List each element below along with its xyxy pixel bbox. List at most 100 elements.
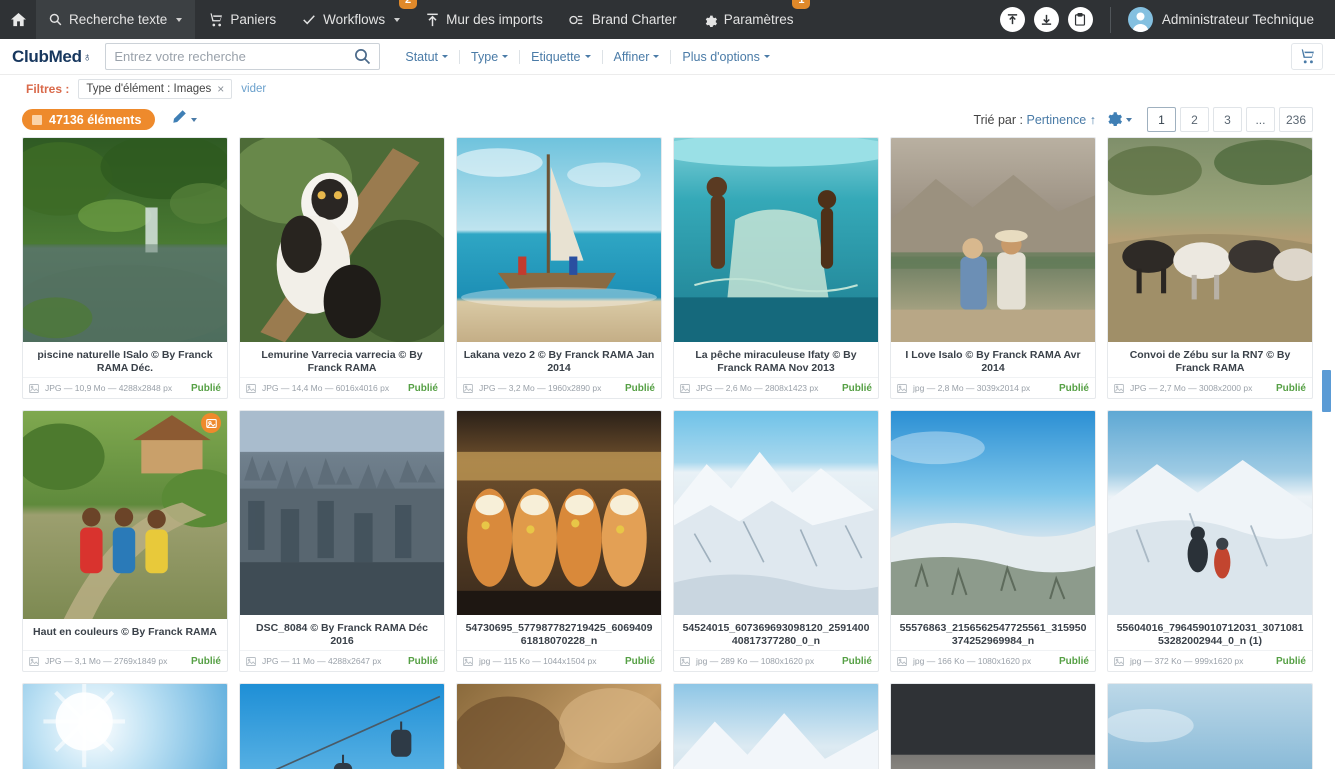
asset-card[interactable]: I Love Isalo © By Franck RAMA Avr 2014 j… <box>890 137 1096 399</box>
asset-meta: jpg — 2,8 Mo — 3039x2014 px Publié <box>891 377 1095 398</box>
asset-file-info: jpg — 115 Ko — 1044x1504 px <box>479 656 597 666</box>
page-button-last[interactable]: 236 <box>1279 107 1313 132</box>
asset-thumbnail[interactable] <box>1108 411 1312 615</box>
display-settings-button[interactable] <box>1105 109 1132 131</box>
asset-card[interactable]: piscine naturelle ISalo © By Franck RAMA… <box>22 137 228 399</box>
nav-item-paniers[interactable]: Paniers <box>195 0 289 39</box>
asset-card[interactable] <box>456 683 662 769</box>
sort-by-value[interactable]: Pertinence ↑ <box>1026 113 1095 127</box>
asset-card[interactable]: Convoi de Zébu sur la RN7 © By Franck RA… <box>1107 137 1313 399</box>
asset-card[interactable]: La pêche miraculeuse Ifaty © By Franck R… <box>673 137 879 399</box>
upload-icon <box>426 13 439 27</box>
asset-title: 55576863_2156562547725561_31595037425296… <box>891 615 1095 650</box>
asset-thumbnail[interactable] <box>240 684 444 769</box>
page-button-1[interactable]: 1 <box>1147 107 1176 132</box>
pagination: 1 2 3 ... 236 <box>1147 107 1313 132</box>
nav-item-mur-des-imports[interactable]: Mur des imports <box>413 0 556 39</box>
nav-item-label: Brand Charter <box>592 12 677 27</box>
chevron-down-icon <box>191 118 197 122</box>
scrollbar-thumb[interactable] <box>1322 370 1331 412</box>
asset-thumbnail[interactable] <box>1108 138 1312 342</box>
asset-thumbnail[interactable] <box>674 138 878 342</box>
asset-card[interactable] <box>22 683 228 769</box>
results-count-badge[interactable]: 47136 éléments <box>22 109 155 130</box>
filter-chip-type-element[interactable]: Type d'élément : Images × <box>78 79 232 99</box>
asset-thumbnail[interactable] <box>457 411 661 615</box>
status-badge: Publié <box>842 656 872 667</box>
image-file-icon <box>29 384 39 393</box>
asset-thumbnail[interactable] <box>23 411 227 619</box>
image-file-icon <box>463 657 473 666</box>
page-button-2[interactable]: 2 <box>1180 107 1209 132</box>
search-input[interactable] <box>114 49 354 64</box>
filter-dropdown-statut[interactable]: Statut <box>394 50 459 64</box>
search-icon[interactable] <box>354 48 371 65</box>
toolbar-right-group: Trié par : Pertinence ↑ 1 2 3 ... 236 <box>973 107 1313 132</box>
page-ellipsis: ... <box>1246 107 1275 132</box>
asset-card[interactable]: Haut en couleurs © By Franck RAMA JPG — … <box>22 410 228 672</box>
nav-item-recherche-texte[interactable]: Recherche texte <box>36 0 195 39</box>
filter-dropdown-plus-doptions[interactable]: Plus d'options <box>671 50 780 64</box>
asset-card[interactable]: 54524015_607369693098120_259140040817377… <box>673 410 879 672</box>
page-button-3[interactable]: 3 <box>1213 107 1242 132</box>
avatar[interactable] <box>1128 7 1153 32</box>
scrollbar[interactable] <box>1324 40 1333 779</box>
asset-card[interactable]: Lemurine Varrecia varrecia © By Franck R… <box>239 137 445 399</box>
asset-thumbnail[interactable] <box>674 411 878 615</box>
clear-filters-link[interactable]: vider <box>241 83 266 95</box>
asset-card[interactable]: 55604016_796459010712031_307108153282002… <box>1107 410 1313 672</box>
asset-card[interactable] <box>1107 683 1313 769</box>
asset-thumbnail[interactable] <box>240 411 444 615</box>
chevron-down-icon <box>1126 118 1132 122</box>
filter-dropdown-affiner[interactable]: Affiner <box>603 50 671 64</box>
asset-card[interactable] <box>673 683 879 769</box>
cart-icon[interactable] <box>1291 43 1323 70</box>
asset-thumbnail[interactable] <box>457 138 661 342</box>
nav-divider <box>1110 7 1111 33</box>
sort-by-control[interactable]: Trié par : Pertinence ↑ <box>973 113 1096 127</box>
asset-card[interactable]: 55576863_2156562547725561_31595037425296… <box>890 410 1096 672</box>
image-file-icon <box>680 657 690 666</box>
asset-thumbnail[interactable] <box>891 138 1095 342</box>
asset-thumbnail[interactable] <box>457 684 661 769</box>
home-icon[interactable] <box>0 0 36 39</box>
status-badge: Publié <box>408 383 438 394</box>
search-field[interactable] <box>105 43 380 70</box>
logo-mark: ♁ <box>83 50 92 64</box>
brand-icon <box>569 13 585 27</box>
asset-thumbnail[interactable] <box>23 684 227 769</box>
clipboard-circle-icon[interactable] <box>1068 7 1093 32</box>
asset-card[interactable] <box>239 683 445 769</box>
bulk-edit-button[interactable] <box>171 109 197 130</box>
filter-dropdown-type[interactable]: Type <box>460 50 519 64</box>
asset-thumbnail[interactable] <box>1108 684 1312 769</box>
search-icon <box>49 13 62 26</box>
chevron-down-icon <box>394 18 400 22</box>
nav-item-brand-charter[interactable]: Brand Charter <box>556 0 690 39</box>
chevron-down-icon <box>585 55 591 58</box>
filter-label: Type <box>471 50 498 64</box>
asset-meta: jpg — 115 Ko — 1044x1504 px Publié <box>457 650 661 671</box>
asset-card[interactable]: Lakana vezo 2 © By Franck RAMA Jan 2014 … <box>456 137 662 399</box>
asset-thumbnail[interactable] <box>23 138 227 342</box>
asset-thumbnail[interactable] <box>240 138 444 342</box>
asset-card[interactable]: 54730695_577987782719425_606940961818070… <box>456 410 662 672</box>
asset-meta: jpg — 289 Ko — 1080x1620 px Publié <box>674 650 878 671</box>
asset-thumbnail[interactable] <box>891 411 1095 615</box>
asset-card[interactable]: DSC_8084 © By Franck RAMA Déc 2016 JPG —… <box>239 410 445 672</box>
asset-thumbnail[interactable] <box>891 684 1095 769</box>
asset-thumbnail[interactable] <box>674 684 878 769</box>
download-circle-icon[interactable] <box>1034 7 1059 32</box>
status-badge: Publié <box>1276 656 1306 667</box>
close-icon[interactable]: × <box>217 82 224 96</box>
asset-card[interactable] <box>890 683 1096 769</box>
filter-dropdown-etiquette[interactable]: Etiquette <box>520 50 601 64</box>
select-all-checkbox[interactable] <box>32 115 42 125</box>
active-filters-bar: Filtres : Type d'élément : Images × vide… <box>0 75 1335 102</box>
nav-item-workflows[interactable]: Workflows 2 <box>289 0 413 39</box>
nav-item-label: Mur des imports <box>446 12 543 27</box>
filter-label: Etiquette <box>531 50 580 64</box>
upload-circle-icon[interactable] <box>1000 7 1025 32</box>
image-badge-icon[interactable] <box>201 413 221 433</box>
nav-item-parametres[interactable]: Paramètres 1 <box>690 0 807 39</box>
